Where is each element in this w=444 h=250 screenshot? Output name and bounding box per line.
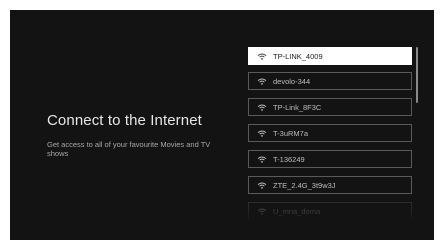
wifi-network-item[interactable]: TP-Link_8F3C (248, 98, 412, 116)
wifi-network-name: devolo-344 (273, 76, 311, 86)
wifi-network-name: ZTE_2.4G_3t9w3J (273, 180, 336, 190)
wifi-network-name: U_mna_doma (273, 206, 321, 216)
page-subtitle: Get access to all of your favourite Movi… (47, 140, 211, 158)
wifi-icon (257, 104, 267, 111)
wifi-network-name: TP-LINK_4009 (273, 51, 323, 61)
wifi-network-name: T-3uRM7a (273, 128, 309, 138)
wifi-icon (257, 156, 267, 163)
wifi-icon (257, 182, 267, 189)
scrollbar-thumb[interactable] (416, 47, 418, 103)
wifi-network-item[interactable]: U_mna_doma (248, 202, 412, 219)
wifi-icon (257, 130, 267, 137)
wifi-network-item[interactable]: T-3uRM7a (248, 124, 412, 142)
wifi-network-name: T-136249 (273, 154, 305, 164)
network-list-scrollbar[interactable] (416, 47, 418, 219)
wifi-network-item[interactable]: T-136249 (248, 150, 412, 168)
wifi-network-list: TP-LINK_4009 devolo-344 TP-Link_8F3C T-3… (248, 47, 416, 219)
page-title: Connect to the Internet (47, 112, 202, 129)
tv-screen: Connect to the Internet Get access to al… (10, 10, 434, 240)
wifi-icon (257, 78, 267, 85)
wifi-icon (257, 208, 267, 215)
wifi-network-name: TP-Link_8F3C (273, 102, 322, 112)
wifi-icon (257, 53, 267, 60)
wifi-network-item[interactable]: TP-LINK_4009 (248, 47, 412, 65)
wifi-network-item[interactable]: ZTE_2.4G_3t9w3J (248, 176, 412, 194)
wifi-network-item[interactable]: devolo-344 (248, 72, 412, 90)
